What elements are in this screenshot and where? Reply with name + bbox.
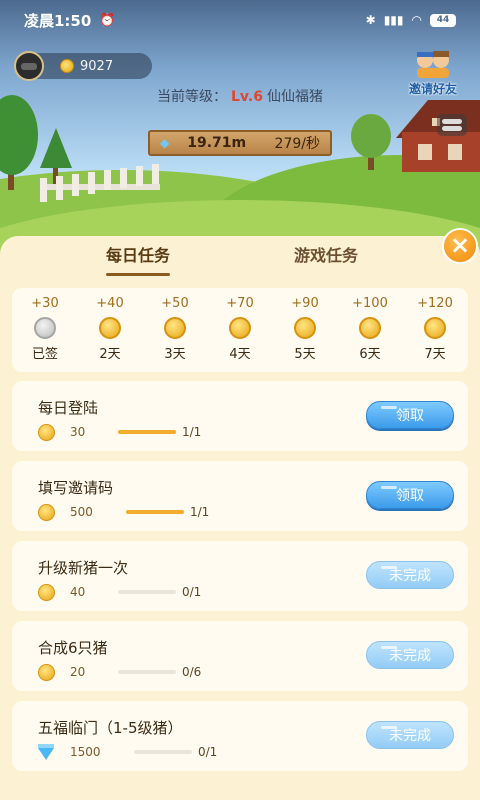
signal-icon: ▮▮▮ [383, 13, 404, 27]
close-button[interactable]: × [442, 228, 478, 264]
coin-icon [164, 317, 186, 339]
coin-icon [229, 317, 251, 339]
signin-day-label: 已签 [31, 347, 58, 362]
close-icon: × [449, 231, 471, 259]
status-bar: 凌晨1:50 ⏰ ✱ ▮▮▮ ◠ 44 [0, 0, 480, 40]
status-time: 凌晨1:50 [24, 11, 92, 30]
task-progress-bar [118, 590, 176, 594]
incomplete-button[interactable]: 未完成 [366, 561, 454, 589]
rate-value: 279/秒 [274, 136, 320, 152]
task-progress-text: 0/1 [198, 745, 218, 759]
signin-day-label: 2天 [99, 347, 121, 362]
task-progress-fill [126, 510, 184, 514]
signin-day[interactable]: +30 已签 [20, 296, 70, 362]
coin-icon [38, 584, 55, 601]
coin-icon [294, 317, 316, 339]
task-title: 升级新猪一次 [38, 559, 129, 577]
signin-day-label: 6天 [359, 347, 381, 362]
signin-day[interactable]: +40 2天 [85, 296, 135, 362]
user-coin-bar[interactable]: 9027 [14, 51, 152, 81]
incomplete-button[interactable]: 未完成 [366, 641, 454, 669]
task-card: 每日登陆 30 1/1 领取 [12, 381, 468, 451]
bluetooth-icon: ✱ [365, 13, 376, 27]
signin-reward: +50 [161, 296, 189, 311]
signin-reward: +30 [31, 296, 59, 311]
level-value: Lv.6 [231, 89, 263, 105]
task-title: 五福临门（1-5级猪） [38, 719, 183, 737]
task-progress-text: 1/1 [190, 505, 210, 519]
task-progress-fill [118, 430, 176, 434]
coin-icon [424, 317, 446, 339]
signin-day[interactable]: +70 4天 [215, 296, 265, 362]
signin-day-label: 7天 [424, 347, 446, 362]
signin-day-label: 5天 [294, 347, 316, 362]
distance-signboard: ◆ 19.71m 279/秒 [148, 130, 332, 156]
task-progress-bar [118, 670, 176, 674]
coin-icon [38, 664, 55, 681]
task-card: 五福临门（1-5级猪） 1500 0/1 未完成 [12, 701, 468, 771]
diamond-icon [38, 744, 54, 760]
level-name: 仙仙福猪 [266, 89, 323, 105]
signin-reward: +120 [417, 296, 453, 311]
claim-button[interactable]: 领取 [366, 401, 454, 429]
coin-icon [34, 317, 56, 339]
task-reward-amount: 20 [70, 665, 86, 679]
avatar[interactable] [14, 51, 44, 81]
battery-icon: 44 [430, 13, 456, 27]
coin-icon [99, 317, 121, 339]
task-progress-bar [118, 430, 176, 434]
signin-reward: +70 [226, 296, 254, 311]
daily-signin-strip: +30 已签 +40 2天 +50 3天 +70 4天 +90 5天 +100 6天 +120 7天 [12, 288, 468, 372]
coin-icon [60, 59, 74, 73]
task-progress-text: 0/6 [182, 665, 202, 679]
task-reward-amount: 500 [70, 505, 93, 519]
level-prefix: 当前等级： [157, 89, 228, 105]
task-card: 填写邀请码 500 1/1 领取 [12, 461, 468, 531]
task-card: 合成6只猪 20 0/6 未完成 [12, 621, 468, 691]
tab-game-tasks[interactable]: 游戏任务 [294, 242, 358, 272]
signin-day[interactable]: +90 5天 [280, 296, 330, 362]
coin-icon [38, 504, 55, 521]
diamond-icon: ◆ [160, 136, 170, 150]
coin-balance: 9027 [80, 58, 114, 74]
signin-day-label: 3天 [164, 347, 186, 362]
coin-icon [359, 317, 381, 339]
claim-button[interactable]: 领取 [366, 481, 454, 509]
task-progress-bar [134, 750, 192, 754]
task-reward-amount: 40 [70, 585, 86, 599]
task-progress-text: 1/1 [182, 425, 202, 439]
alarm-off-icon: ⏰ [99, 12, 116, 28]
signin-reward: +40 [96, 296, 124, 311]
task-progress-bar [126, 510, 184, 514]
signin-reward: +90 [291, 296, 319, 311]
task-title: 每日登陆 [38, 399, 99, 417]
task-progress-text: 0/1 [182, 585, 202, 599]
incomplete-button[interactable]: 未完成 [366, 721, 454, 749]
task-card: 升级新猪一次 40 0/1 未完成 [12, 541, 468, 611]
task-reward-amount: 1500 [70, 745, 101, 759]
current-level: 当前等级： Lv.6 仙仙福猪 [0, 86, 480, 106]
signin-day-label: 4天 [229, 347, 251, 362]
tab-daily-tasks[interactable]: 每日任务 [106, 242, 171, 276]
signin-reward: +100 [352, 296, 388, 311]
signin-day[interactable]: +120 7天 [410, 296, 460, 362]
task-tabs: 每日任务 游戏任务 [0, 236, 480, 284]
task-reward-amount: 30 [70, 425, 86, 439]
wifi-icon: ◠ [411, 13, 422, 27]
friends-icon [411, 48, 455, 78]
signin-day[interactable]: +100 6天 [345, 296, 395, 362]
task-title: 合成6只猪 [38, 639, 108, 657]
distance-value: 19.71m [187, 135, 247, 151]
coin-icon [38, 424, 55, 441]
menu-toggle-icon[interactable] [437, 114, 467, 136]
signin-day[interactable]: +50 3天 [150, 296, 200, 362]
task-title: 填写邀请码 [38, 479, 114, 497]
